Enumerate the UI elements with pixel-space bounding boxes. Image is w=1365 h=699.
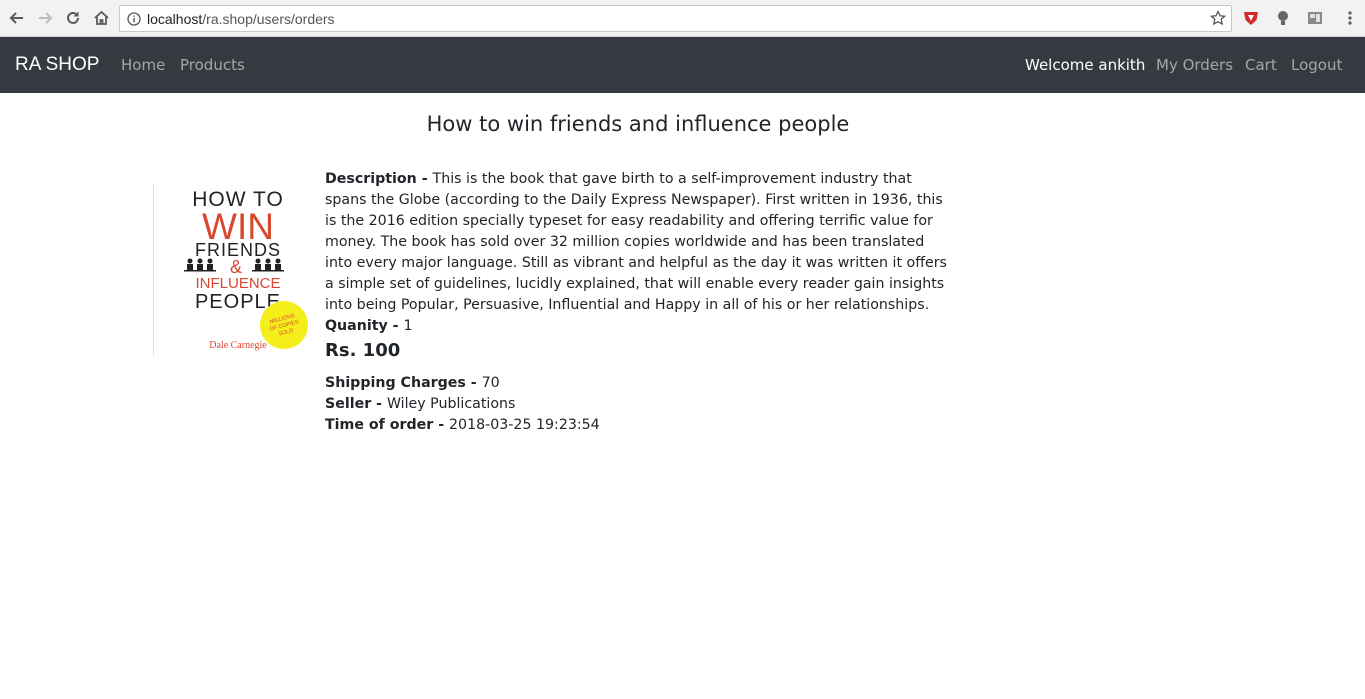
shipping-row: Shipping Charges - 70	[325, 373, 955, 394]
url-text: localhost/ra.shop/users/orders	[147, 11, 335, 27]
address-bar[interactable]: localhost/ra.shop/users/orders	[119, 5, 1232, 32]
description-text: This is the book that gave birth to a se…	[325, 171, 947, 313]
url-path: /ra.shop/users/orders	[202, 11, 335, 27]
nav-link-cart[interactable]: Cart	[1245, 56, 1277, 74]
order-details: Description - This is the book that gave…	[325, 169, 955, 436]
description-row: Description - This is the book that gave…	[325, 169, 955, 316]
quantity-value: 1	[403, 318, 413, 334]
description-label: Description -	[325, 171, 433, 187]
seller-row: Seller - Wiley Publications	[325, 394, 955, 415]
url-host: localhost	[147, 11, 203, 27]
product-cover-image: HOW TO WIN FRIENDS & INFLUENCE PEOPLE MI…	[153, 184, 321, 356]
back-icon[interactable]	[7, 8, 27, 28]
seller-label: Seller -	[325, 396, 387, 412]
order-time-label: Time of order -	[325, 417, 450, 433]
cover-line-4: &	[230, 257, 242, 277]
site-navbar: RA SHOP Home Products Welcome ankith My …	[0, 37, 1365, 93]
nav-link-products[interactable]: Products	[180, 56, 245, 74]
info-icon[interactable]	[127, 11, 141, 30]
product-title: How to win friends and influence people	[426, 112, 850, 136]
bulb-extension-icon[interactable]	[1273, 8, 1293, 28]
order-time-row: Time of order - 2018-03-25 19:23:54	[325, 415, 955, 436]
seller-value: Wiley Publications	[386, 396, 516, 412]
price: Rs. 100	[325, 340, 401, 361]
shipping-label: Shipping Charges -	[325, 375, 482, 391]
brand-link[interactable]: RA SHOP	[15, 54, 99, 76]
order-time-value: 2018-03-25 19:23:54	[449, 417, 600, 433]
cover-line-5: INFLUENCE	[195, 275, 280, 292]
reload-icon[interactable]	[63, 8, 83, 28]
nav-link-my-orders[interactable]: My Orders	[1156, 56, 1233, 74]
bookmark-star-icon[interactable]	[1209, 9, 1227, 30]
menu-kebab-icon[interactable]	[1340, 8, 1360, 28]
cover-author: Dale Carnegie	[209, 340, 267, 351]
quantity-row: Quanity - 1	[325, 316, 955, 337]
shipping-value: 70	[481, 375, 500, 391]
welcome-user[interactable]: Welcome ankith	[1025, 56, 1145, 74]
forward-icon[interactable]	[35, 8, 55, 28]
nav-link-home[interactable]: Home	[121, 56, 165, 74]
quantity-label: Quanity -	[325, 318, 404, 334]
browser-toolbar: localhost/ra.shop/users/orders	[0, 0, 1365, 37]
home-icon[interactable]	[91, 8, 111, 28]
windows-extension-icon[interactable]	[1305, 8, 1325, 28]
shield-extension-icon[interactable]	[1241, 8, 1261, 28]
nav-link-logout[interactable]: Logout	[1291, 56, 1342, 74]
